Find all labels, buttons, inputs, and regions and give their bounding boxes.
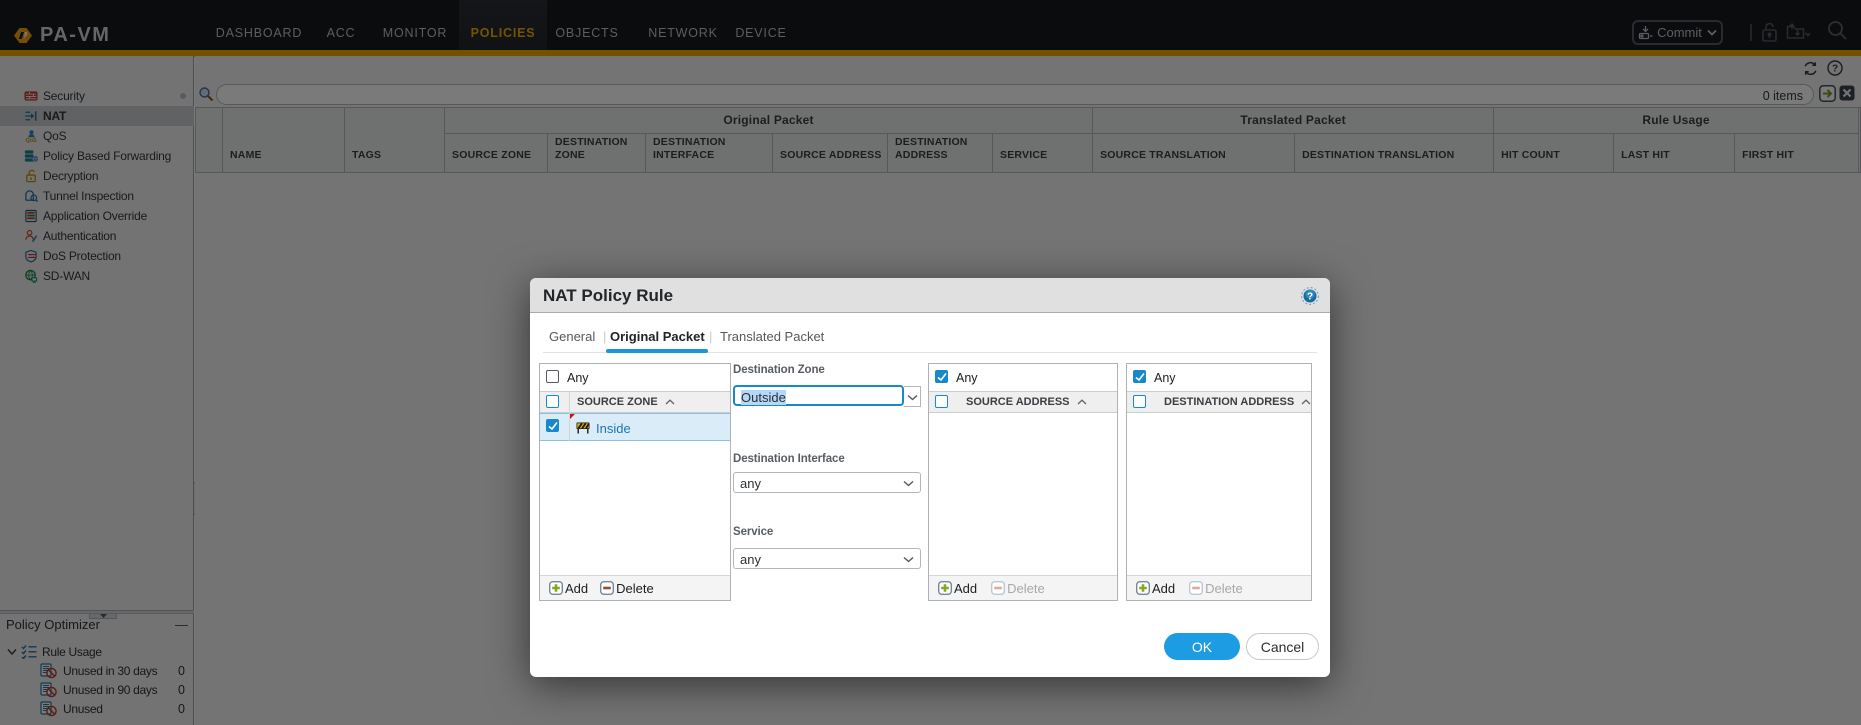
svg-text:?: ? — [1307, 292, 1313, 303]
